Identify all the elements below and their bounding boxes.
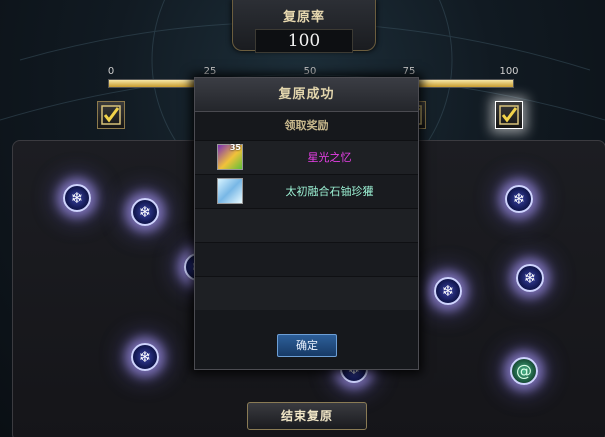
crystal-icon[interactable] (217, 178, 243, 204)
snowflake-icon: ❄ (441, 282, 455, 300)
tick-100: 100 (499, 66, 519, 77)
tick-50: 50 (303, 66, 317, 77)
snowflake-icon: ❄ (70, 189, 84, 207)
snowflake-icon: ❄ (138, 348, 152, 366)
rate-value: 100 (255, 29, 353, 53)
dialog-subtitle: 领取奖励 (284, 119, 329, 132)
tick-75: 75 (402, 66, 416, 77)
tick-25: 25 (203, 66, 217, 77)
milestone-reward-100[interactable] (495, 101, 523, 129)
star-node[interactable]: ❄ (131, 198, 159, 226)
empty-row (195, 276, 418, 310)
star-node[interactable]: ❄ (516, 264, 544, 292)
star-node[interactable]: ❄ (63, 184, 91, 212)
star-node[interactable]: ❄ (131, 343, 159, 371)
star-node-special[interactable]: @ (510, 357, 538, 385)
reward-name: 太初融合石铀珍獾 (285, 185, 374, 198)
starlight-memory-icon[interactable]: 35 (217, 143, 243, 170)
end-restoration-button[interactable]: 结束复原 (247, 402, 367, 430)
snowflake-icon: ❄ (512, 190, 526, 208)
empty-row (195, 242, 418, 276)
snowflake-icon: ❄ (523, 269, 537, 287)
check-icon (101, 105, 121, 125)
reward-row: 35 星光之忆 (195, 140, 418, 174)
reward-list: 35 星光之忆 太初融合石铀珍獾 (195, 140, 418, 310)
swirl-icon: @ (516, 361, 532, 380)
star-node[interactable]: ❄ (434, 277, 462, 305)
milestone-reward-0[interactable] (97, 101, 125, 129)
item-count: 35 (229, 143, 241, 152)
snowflake-icon: ❄ (138, 203, 152, 221)
restoration-success-dialog: 复原成功 领取奖励 35 星光之忆 太初融合石铀珍獾 确定 (194, 77, 419, 370)
reward-row: 太初融合石铀珍獾 (195, 174, 418, 208)
dialog-title: 复原成功 (195, 78, 418, 112)
confirm-button[interactable]: 确定 (277, 334, 337, 357)
rate-title: 复原率 (282, 10, 325, 25)
reward-name: 星光之忆 (307, 151, 352, 164)
check-icon (499, 105, 519, 125)
restoration-screen: 复原率 100 0 25 50 75 100 ❄ ❄ ❄ ❄ ❄ ❄ ❄ ❄ @… (0, 0, 605, 437)
empty-row (195, 208, 418, 242)
restoration-rate-panel: 复原率 100 (232, 0, 376, 53)
tick-0: 0 (107, 66, 115, 77)
star-node[interactable]: ❄ (505, 185, 533, 213)
